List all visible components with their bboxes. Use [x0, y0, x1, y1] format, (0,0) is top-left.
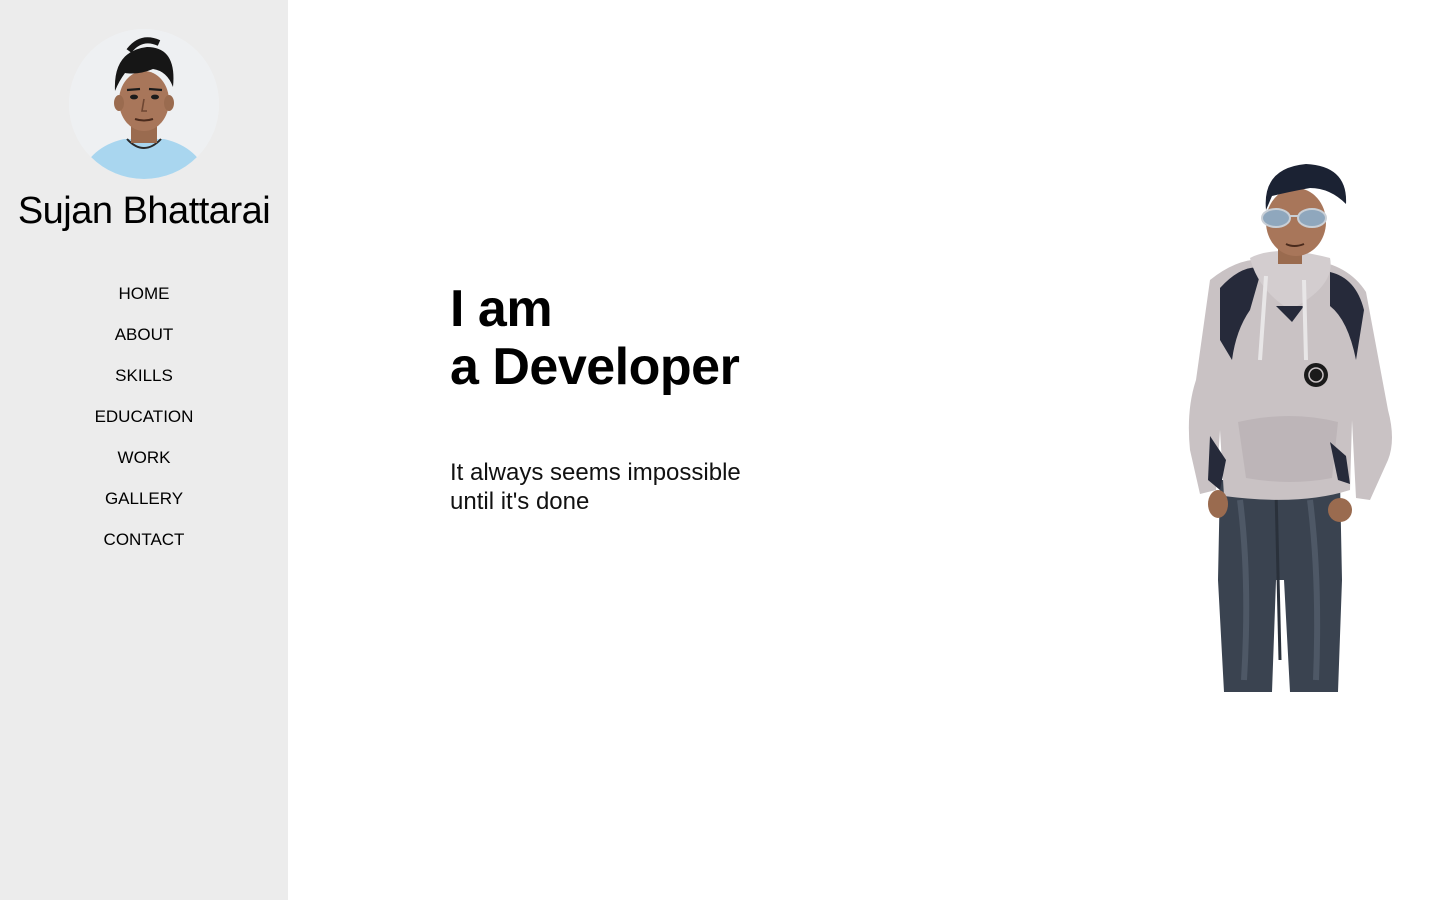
hero-title: I am a Developer: [450, 280, 741, 396]
hero-tagline-line-1: It always seems impossible: [450, 459, 741, 486]
main-nav: HOME ABOUT SKILLS EDUCATION WORK GALLERY…: [0, 282, 288, 569]
nav-item-about[interactable]: ABOUT: [0, 323, 288, 364]
hero-portrait: [1180, 160, 1410, 692]
hero-portrait-image: [1188, 164, 1392, 692]
nav-item-skills[interactable]: SKILLS: [0, 364, 288, 405]
nav-item-gallery[interactable]: GALLERY: [0, 487, 288, 528]
profile-avatar: [69, 29, 219, 179]
hero-section: I am a Developer It always seems impossi…: [450, 280, 741, 516]
profile-photo: [69, 29, 219, 179]
hero-title-line-2: a Developer: [450, 338, 740, 396]
site-owner-name: Sujan Bhattarai: [17, 190, 271, 232]
hero-tagline: It always seems impossible until it's do…: [450, 458, 741, 516]
nav-item-education[interactable]: EDUCATION: [0, 405, 288, 446]
hero-title-line-1: I am: [450, 280, 553, 338]
nav-item-work[interactable]: WORK: [0, 446, 288, 487]
nav-item-home[interactable]: HOME: [0, 282, 288, 323]
nav-item-contact[interactable]: CONTACT: [0, 528, 288, 569]
hero-tagline-line-2: until it's done: [450, 488, 590, 515]
sidebar: Sujan Bhattarai HOME ABOUT SKILLS EDUCAT…: [0, 0, 288, 900]
